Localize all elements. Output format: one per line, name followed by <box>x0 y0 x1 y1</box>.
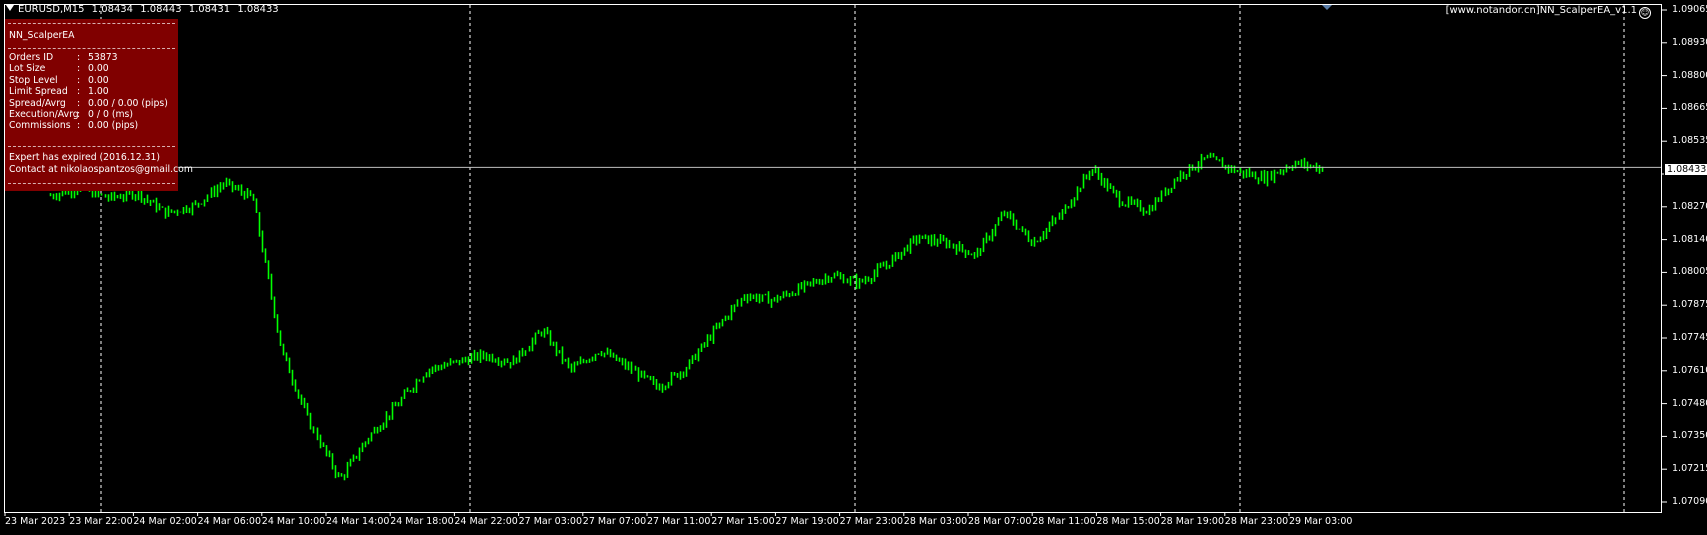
time-axis-label: 28 Mar 07:00 <box>968 516 1032 527</box>
price-axis-label: 1.07215 <box>1672 463 1707 475</box>
time-axis-label: 23 Mar 22:00 <box>69 516 133 527</box>
high-price: 1.08443 <box>140 4 182 15</box>
panel-row-value: 1.00 <box>88 86 109 98</box>
close-price: 1.08433 <box>237 4 279 15</box>
open-price: 1.08434 <box>91 4 134 15</box>
expired-message: Expert has expired (2016.12.31) <box>9 152 161 163</box>
symbol-header: EURUSD,M15 1.08434 1.08443 1.08431 1.084… <box>6 4 279 15</box>
time-axis-label: 27 Mar 23:00 <box>839 516 904 527</box>
time-axis-label: 28 Mar 03:00 <box>903 516 968 527</box>
panel-row-value: 0.00 (pips) <box>88 120 139 132</box>
price-axis-label: 1.07090 <box>1672 496 1707 507</box>
time-axis-label: 27 Mar 11:00 <box>647 516 711 527</box>
current-price-label: 1.08433 <box>1664 163 1707 176</box>
time-axis-label: 28 Mar 11:00 <box>1032 516 1096 527</box>
price-axis-label: 1.08535 <box>1672 135 1707 147</box>
time-axis-label: 24 Mar 18:00 <box>390 516 454 527</box>
candle-series <box>49 152 1324 481</box>
time-axis-label: 27 Mar 15:00 <box>711 516 775 527</box>
symbol-timeframe: EURUSD,M15 <box>18 4 85 15</box>
panel-row-value: 0.00 <box>88 63 109 75</box>
time-axis-label: 28 Mar 19:00 <box>1160 516 1225 527</box>
vertical-grid-lines <box>100 5 1625 512</box>
time-axis-label: 27 Mar 07:00 <box>582 516 647 527</box>
price-axis-label: 1.08140 <box>1672 233 1707 245</box>
panel-row-separator: : <box>77 86 81 98</box>
panel-divider <box>8 183 175 184</box>
time-axis-label: 23 Mar 2023 <box>5 516 66 527</box>
panel-row-value: 0.00 / 0.00 (pips) <box>88 97 168 109</box>
panel-row-label: Orders ID <box>9 52 54 63</box>
time-axis-label: 24 Mar 22:00 <box>454 516 518 527</box>
price-axis-label: 1.07350 <box>1672 430 1707 442</box>
price-axis-label: 1.07610 <box>1672 364 1707 376</box>
panel-row-separator: : <box>77 74 81 86</box>
panel-row-value: 0.00 <box>88 74 109 86</box>
panel-row-separator: : <box>77 63 81 75</box>
low-price: 1.08431 <box>188 4 231 15</box>
price-chart[interactable] <box>0 0 1707 535</box>
collapse-triangle-icon[interactable] <box>6 5 14 11</box>
panel-row-label: Lot Size <box>9 63 46 75</box>
panel-divider <box>8 146 175 147</box>
panel-row-separator: : <box>77 109 81 120</box>
time-axis-label: 29 Mar 03:00 <box>1289 516 1353 527</box>
panel-row-value: 0 / 0 (ms) <box>88 109 133 120</box>
panel-row-separator: : <box>77 52 81 63</box>
panel-divider <box>8 23 175 24</box>
price-axis-label: 1.08270 <box>1672 200 1707 212</box>
panel-row-label: Spread/Avrg <box>9 97 66 109</box>
panel-row-label: Execution/Avrg <box>9 109 79 120</box>
price-axis-label: 1.08800 <box>1672 69 1707 81</box>
price-axis-label: 1.07875 <box>1672 299 1707 311</box>
contact-text: Contact at nikolaospantzos@gmail.com <box>9 164 193 175</box>
price-axis-label: 1.07480 <box>1672 397 1707 409</box>
time-axis-label: 27 Mar 19:00 <box>775 516 839 527</box>
time-axis-label: 24 Mar 02:00 <box>133 516 197 527</box>
panel-row-label: Stop Level <box>9 74 58 86</box>
price-axis-ticks <box>1662 9 1667 503</box>
time-axis-label: 24 Mar 06:00 <box>197 516 262 527</box>
panel-row-separator: : <box>77 97 81 109</box>
expert-advisor-label[interactable]: [www.notandor.cn]NN_ScalperEA_v1.1 ☺ <box>1446 5 1651 19</box>
price-axis-label: 1.09065 <box>1672 4 1707 15</box>
price-axis-label: 1.08005 <box>1672 266 1707 278</box>
panel-divider <box>8 48 175 49</box>
chart-frame <box>4 4 1662 513</box>
price-axis-label: 1.08665 <box>1672 102 1707 114</box>
ea-info-panel: NN_ScalperEA Orders ID:53873 Lot Size:0.0… <box>5 19 193 191</box>
time-axis-label: 24 Mar 10:00 <box>261 516 326 527</box>
panel-row-label: Commissions <box>9 120 71 132</box>
price-axis-label: 1.08930 <box>1672 36 1707 48</box>
panel-row-label: Limit Spread <box>9 86 68 98</box>
ea-name: [www.notandor.cn]NN_ScalperEA_v1.1 <box>1445 5 1637 16</box>
time-axis-label: 28 Mar 15:00 <box>1096 516 1160 527</box>
panel-row-separator: : <box>77 120 81 132</box>
smiley-icon[interactable]: ☺ <box>1639 7 1651 19</box>
panel-title: NN_ScalperEA <box>9 30 75 41</box>
shift-marker-icon[interactable] <box>1322 5 1332 10</box>
time-axis-label: 24 Mar 14:00 <box>326 516 390 527</box>
price-axis-label: 1.07745 <box>1672 332 1707 343</box>
time-axis-label: 27 Mar 03:00 <box>518 516 583 527</box>
panel-row-value: 53873 <box>88 52 118 63</box>
time-axis-label: 28 Mar 23:00 <box>1224 516 1289 527</box>
